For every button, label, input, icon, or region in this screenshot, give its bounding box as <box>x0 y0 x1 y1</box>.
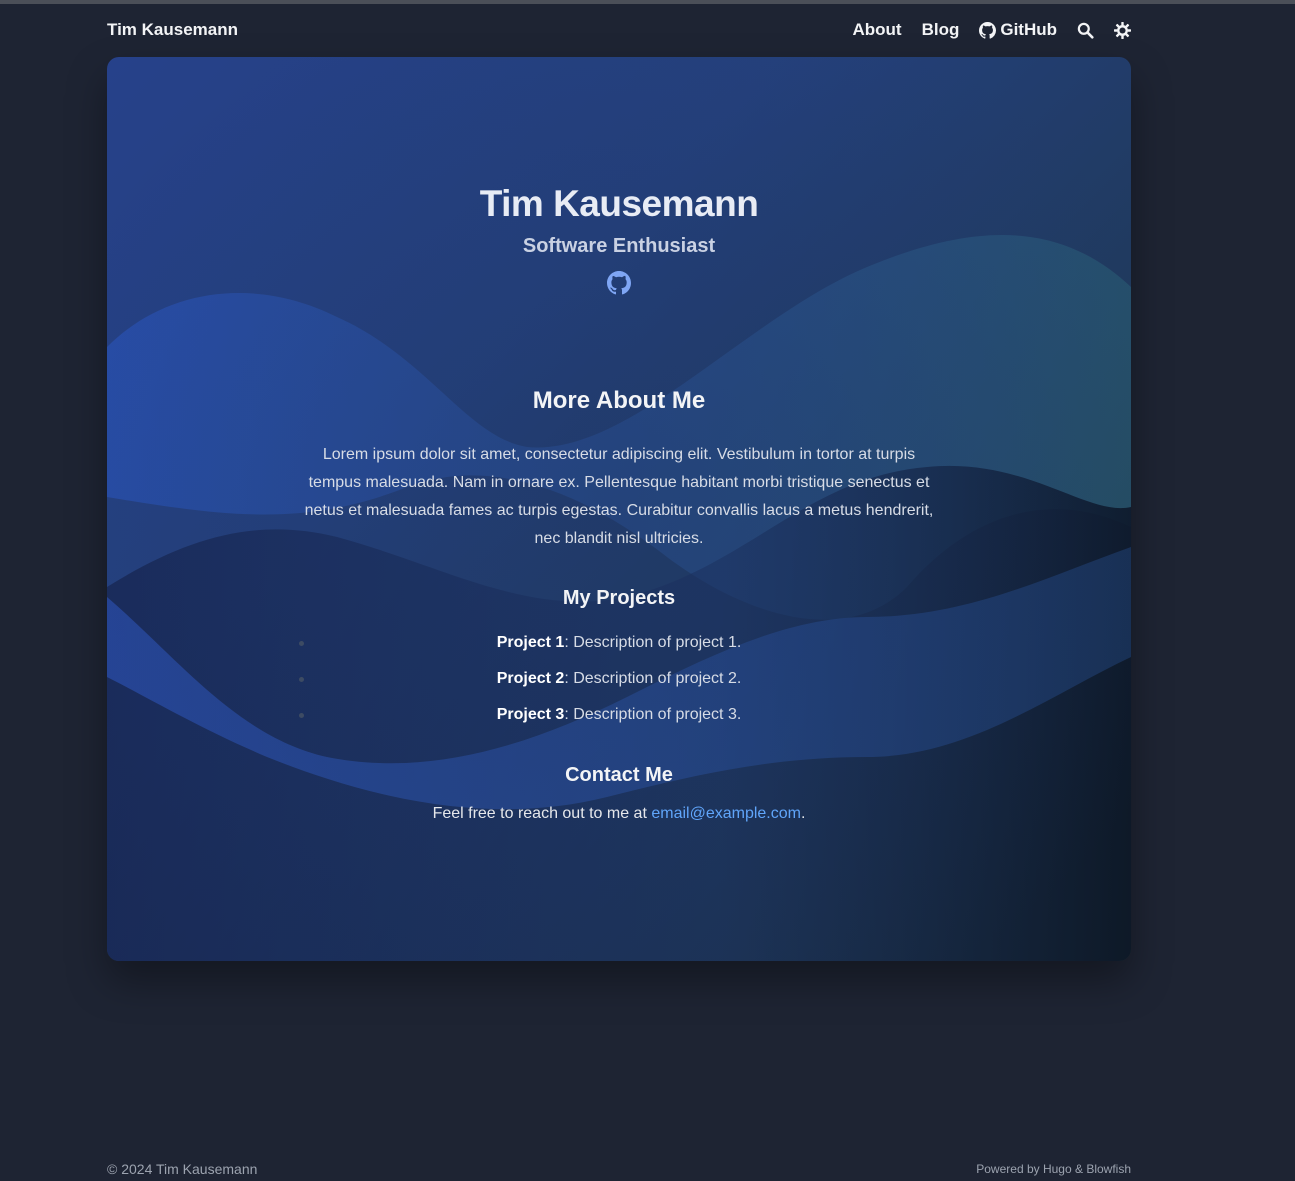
project-description: : Description of project 2. <box>564 670 742 687</box>
github-icon <box>607 271 631 295</box>
list-item: Project 2: Description of project 2. <box>107 665 1131 701</box>
nav-blog-link[interactable]: Blog <box>922 20 960 40</box>
search-button[interactable] <box>1077 22 1094 39</box>
contact-prefix: Feel free to reach out to me at <box>432 805 652 822</box>
hero-name: Tim Kausemann <box>479 183 759 224</box>
sun-icon <box>1114 21 1131 39</box>
list-bullet <box>299 677 304 682</box>
list-item: Project 1: Description of project 1. <box>107 629 1131 665</box>
project-name: Project 3 <box>496 706 565 723</box>
hero-content: Tim Kausemann Software Enthusiast More A… <box>107 57 1131 961</box>
powered-by-text: Powered by Hugo & Blowfish <box>976 1162 1131 1176</box>
site-footer: © 2024 Tim Kausemann Powered by Hugo & B… <box>107 1158 1131 1180</box>
project-name: Project 2 <box>496 670 565 687</box>
projects-list: Project 1: Description of project 1. Pro… <box>107 629 1131 737</box>
theme-toggle-button[interactable] <box>1114 21 1131 39</box>
hero-card: Tim Kausemann Software Enthusiast More A… <box>107 57 1131 961</box>
project-description: : Description of project 1. <box>564 634 742 651</box>
list-item: Project 3: Description of project 3. <box>107 701 1131 737</box>
contact-suffix: . <box>800 805 806 822</box>
contact-heading: Contact Me <box>565 764 673 786</box>
nav-github-label: GitHub <box>1000 20 1057 39</box>
site-header: Tim Kausemann About Blog GitHub <box>107 4 1131 56</box>
hero-subtitle: Software Enthusiast <box>522 235 716 257</box>
site-title-link[interactable]: Tim Kausemann <box>107 20 238 40</box>
project-name: Project 1 <box>496 634 565 651</box>
about-heading: More About Me <box>532 387 706 414</box>
projects-heading: My Projects <box>562 587 676 609</box>
contact-text: Feel free to reach out to me at email@ex… <box>107 805 1131 823</box>
about-paragraph: Lorem ipsum dolor sit amet, consectetur … <box>304 446 934 547</box>
hero-github-link[interactable] <box>607 271 631 295</box>
github-icon <box>979 21 997 39</box>
contact-email-link[interactable]: email@example.com <box>651 805 801 822</box>
nav-github-link[interactable]: GitHub <box>979 20 1057 40</box>
main-nav: About Blog GitHub <box>832 20 1131 40</box>
copyright-text: © 2024 Tim Kausemann <box>107 1161 258 1177</box>
nav-about-link[interactable]: About <box>852 20 901 40</box>
project-description: : Description of project 3. <box>564 706 742 723</box>
list-bullet <box>299 713 304 718</box>
list-bullet <box>299 641 304 646</box>
search-icon <box>1077 22 1094 39</box>
